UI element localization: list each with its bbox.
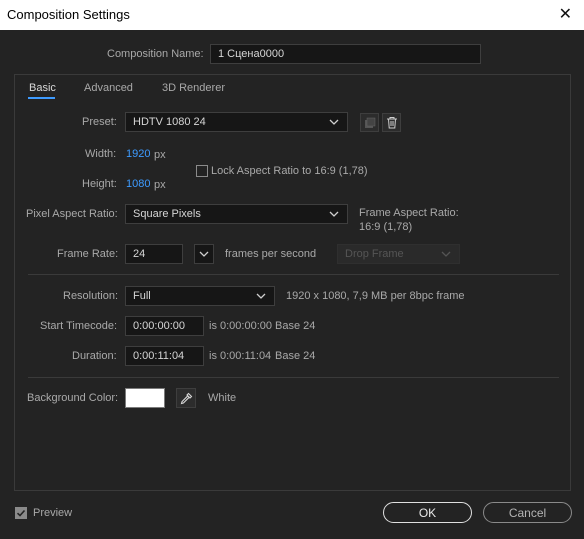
- save-preset-button[interactable]: [360, 113, 379, 132]
- duration-input[interactable]: 0:00:11:04: [125, 346, 204, 366]
- lock-aspect-checkbox[interactable]: [196, 165, 208, 177]
- resolution-label: Resolution:: [63, 290, 119, 302]
- save-preset-icon: [364, 117, 375, 128]
- frame-aspect-value: 16:9 (1,78): [359, 221, 413, 233]
- eyedropper-icon: [180, 392, 192, 404]
- pixel-aspect-label: Pixel Aspect Ratio:: [26, 208, 118, 220]
- start-timecode-value: 0:00:00:00: [133, 320, 185, 332]
- chevron-down-icon: [329, 119, 339, 125]
- height-label: Height:: [82, 178, 117, 190]
- preview-checkbox[interactable]: [15, 507, 27, 519]
- active-tab-indicator: [28, 97, 55, 99]
- resolution-value: Full: [133, 290, 151, 302]
- eyedropper-button[interactable]: [176, 388, 196, 408]
- background-color-label: Background Color:: [27, 392, 119, 404]
- drop-frame-value: Drop Frame: [345, 248, 404, 260]
- lock-aspect-label: Lock Aspect Ratio to 16:9 (1,78): [211, 165, 368, 177]
- preview-label: Preview: [33, 507, 73, 519]
- settings-panel: [14, 74, 571, 491]
- frame-rate-value: 24: [133, 248, 146, 260]
- duration-value: 0:00:11:04: [133, 350, 185, 362]
- pixel-aspect-dropdown[interactable]: Square Pixels: [125, 204, 348, 224]
- resolution-info: 1920 x 1080, 7,9 MB per 8bpc frame: [286, 290, 465, 302]
- background-color-name: White: [208, 392, 237, 404]
- close-icon[interactable]: ✕: [559, 4, 572, 24]
- chevron-down-icon: [329, 211, 339, 217]
- tab-basic[interactable]: Basic: [29, 82, 56, 94]
- window-title: Composition Settings: [7, 7, 130, 22]
- composition-name-value: 1 Сцена0000: [218, 48, 285, 60]
- chevron-down-icon: [199, 251, 209, 257]
- frame-rate-dropdown[interactable]: [194, 244, 214, 264]
- tab-advanced[interactable]: Advanced: [84, 82, 133, 94]
- duration-is: is 0:00:11:04: [209, 350, 272, 362]
- height-unit: px: [154, 179, 166, 191]
- tab-3d-renderer[interactable]: 3D Renderer: [162, 82, 225, 94]
- start-timecode-label: Start Timecode:: [40, 320, 118, 332]
- start-timecode-is: is 0:00:00:00: [209, 320, 272, 332]
- trash-icon: [386, 117, 397, 129]
- width-value[interactable]: 1920: [126, 148, 150, 160]
- composition-name-input[interactable]: 1 Сцена0000: [210, 44, 481, 64]
- duration-base: Base 24: [275, 350, 316, 362]
- height-value[interactable]: 1080: [126, 178, 150, 190]
- frame-rate-unit: frames per second: [225, 248, 317, 260]
- ok-button[interactable]: OK: [383, 502, 472, 523]
- duration-label: Duration:: [72, 350, 117, 362]
- width-unit: px: [154, 149, 166, 161]
- separator: [28, 274, 559, 275]
- composition-name-label: Composition Name:: [107, 48, 204, 60]
- title-bar: Composition Settings ✕: [0, 0, 584, 30]
- frame-rate-label: Frame Rate:: [57, 248, 119, 260]
- chevron-down-icon: [441, 251, 451, 257]
- preset-label: Preset:: [82, 116, 117, 128]
- cancel-button[interactable]: Cancel: [483, 502, 572, 523]
- background-color-swatch[interactable]: [125, 388, 165, 408]
- checkmark-icon: [16, 509, 26, 517]
- pixel-aspect-value: Square Pixels: [133, 208, 201, 220]
- frame-rate-input[interactable]: 24: [125, 244, 183, 264]
- frame-aspect-label: Frame Aspect Ratio:: [359, 207, 459, 219]
- drop-frame-dropdown: Drop Frame: [337, 244, 460, 264]
- separator: [28, 377, 559, 378]
- resolution-dropdown[interactable]: Full: [125, 286, 275, 306]
- start-timecode-base: Base 24: [275, 320, 316, 332]
- width-label: Width:: [85, 148, 117, 160]
- delete-preset-button[interactable]: [382, 113, 401, 132]
- start-timecode-input[interactable]: 0:00:00:00: [125, 316, 204, 336]
- preset-value: HDTV 1080 24: [133, 116, 206, 128]
- preset-dropdown[interactable]: HDTV 1080 24: [125, 112, 348, 132]
- chevron-down-icon: [256, 293, 266, 299]
